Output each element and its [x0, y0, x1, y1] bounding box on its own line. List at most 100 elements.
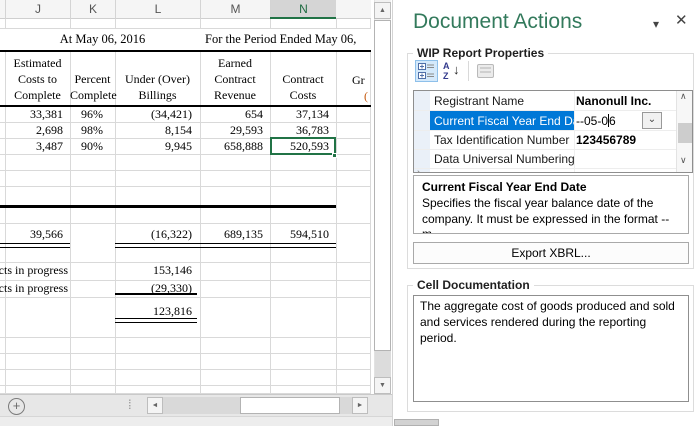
panel-title: Document Actions — [413, 10, 582, 34]
property-grid-gutter — [414, 91, 430, 172]
partial-scrollbar-element — [394, 419, 439, 426]
selected-column-underline — [270, 17, 336, 20]
column-header-M[interactable]: M — [200, 0, 270, 19]
gridline — [270, 19, 271, 28]
grid-scrollbar-thumb[interactable] — [678, 123, 692, 143]
gridline — [0, 353, 371, 354]
gridline — [70, 19, 71, 28]
gridline — [200, 19, 201, 28]
cell-K[interactable]: 90% — [70, 139, 103, 154]
total-cell-L[interactable]: (16,322) — [115, 227, 192, 242]
property-pages-button-disabled[interactable] — [474, 60, 497, 82]
row-separator — [414, 168, 676, 169]
gridline — [0, 186, 371, 187]
grid-scroll-down-icon[interactable]: ∨ — [680, 155, 687, 166]
border-rule — [0, 205, 336, 208]
cell-K[interactable]: 98% — [70, 123, 103, 138]
cell-N[interactable]: 36,783 — [270, 123, 329, 138]
panel-menu-icon[interactable]: ▾ — [653, 17, 659, 31]
wip-report-properties-label: WIP Report Properties — [413, 46, 548, 60]
property-pages-icon — [477, 64, 494, 78]
row-label-contracts-in-progress[interactable]: acts in progress — [0, 263, 68, 278]
spreadsheet-pane: J K L M N At — [0, 0, 392, 426]
selected-property-name: Current Fiscal Year End Dat — [430, 111, 574, 130]
gridline — [0, 385, 371, 386]
cell-documentation-label: Cell Documentation — [413, 278, 534, 292]
cell-M[interactable]: 654 — [200, 107, 263, 122]
cell-K[interactable]: 96% — [70, 107, 103, 122]
gridline — [0, 297, 371, 298]
merged-header-period-ended[interactable]: For the Period Ended May 06, — [205, 32, 356, 47]
double-underline — [115, 243, 336, 248]
total-cell-J[interactable]: 39,566 — [5, 227, 63, 242]
application-window: J K L M N At — [0, 0, 700, 426]
cell-J[interactable]: 2,698 — [5, 123, 63, 138]
header-gross-partial[interactable]: Gr — [352, 73, 365, 88]
gridline — [115, 19, 116, 28]
tab-strip-grip[interactable]: ⁞ — [128, 397, 133, 412]
property-description-box: Current Fiscal Year End Date Specifies t… — [413, 175, 689, 234]
gridline — [0, 170, 371, 171]
export-xbrl-button[interactable]: Export XBRL... — [413, 242, 689, 264]
cell-L[interactable]: 153,146 — [115, 263, 192, 278]
column-header-J[interactable]: J — [5, 0, 70, 19]
cell-N[interactable]: 37,134 — [270, 107, 329, 122]
scroll-down-button[interactable]: ▼ — [374, 377, 391, 394]
header-percent-complete[interactable]: PercentComplete — [70, 71, 115, 103]
categorized-view-button[interactable] — [415, 60, 438, 82]
vertical-scrollbar-thumb[interactable] — [374, 20, 391, 351]
toolbar-separator — [468, 61, 469, 81]
double-underline — [0, 243, 70, 248]
description-title: Current Fiscal Year End Date — [422, 180, 680, 194]
hscroll-right-button[interactable]: ► — [352, 397, 368, 414]
new-sheet-button[interactable]: + — [8, 398, 25, 415]
cell-L[interactable]: 9,945 — [115, 139, 192, 154]
column-header-K[interactable]: K — [70, 0, 115, 19]
horizontal-scrollbar-thumb[interactable] — [240, 397, 340, 414]
gridline — [0, 223, 371, 224]
cell-M[interactable]: 658,888 — [200, 139, 263, 154]
selection-border — [270, 137, 336, 155]
vertical-scrollbar[interactable]: ▲ ▼ — [371, 0, 392, 394]
gridline — [5, 19, 6, 28]
dropdown-button[interactable]: ⌄ — [642, 112, 662, 129]
sort-arrow-icon: ↓ — [453, 62, 460, 77]
cell-documentation-textarea[interactable]: The aggregate cost of goods produced and… — [413, 295, 689, 402]
single-underline — [115, 293, 197, 295]
fill-handle[interactable] — [332, 153, 337, 158]
cell-M[interactable]: 29,593 — [200, 123, 263, 138]
header-gross-paren-partial: ( — [364, 89, 368, 104]
merged-header-at-date[interactable]: At May 06, 2016 — [5, 32, 200, 47]
hscroll-left-button[interactable]: ◄ — [147, 397, 163, 414]
close-icon[interactable]: ✕ — [675, 11, 688, 29]
net-cell-L[interactable]: 123,816 — [115, 304, 192, 319]
row-separator — [414, 149, 676, 150]
header-under-over-billings[interactable]: Under (Over)Billings — [115, 71, 200, 103]
border-rule — [0, 50, 371, 52]
scroll-up-button[interactable]: ▲ — [374, 2, 391, 19]
column-header-L[interactable]: L — [115, 0, 200, 19]
gridline — [0, 337, 371, 338]
total-cell-N[interactable]: 594,510 — [270, 227, 329, 242]
property-grid-scrollbar[interactable]: ∧ ∨ — [676, 91, 692, 172]
row-separator — [414, 130, 676, 131]
vertical-scrollbar-gap[interactable] — [375, 351, 391, 377]
cell-L[interactable]: 8,154 — [115, 123, 192, 138]
gridline — [0, 28, 371, 29]
document-actions-panel: Document Actions ▾ ✕ WIP Report Properti… — [392, 0, 700, 426]
row-label-contracts-in-progress[interactable]: acts in progress — [0, 281, 68, 296]
cell-J[interactable]: 3,487 — [5, 139, 63, 154]
cell-J[interactable]: 33,381 — [5, 107, 63, 122]
property-grid: Registrant Name Nanonull Inc. Current Fi… — [413, 90, 693, 173]
header-contract-costs[interactable]: ContractCosts — [270, 71, 336, 103]
grid-scroll-up-icon[interactable]: ∧ — [680, 91, 687, 102]
header-earned-contract-revenue[interactable]: EarnedContractRevenue — [200, 55, 270, 103]
cell-L[interactable]: (34,421) — [115, 107, 192, 122]
header-estimated-costs[interactable]: EstimatedCosts toComplete — [5, 55, 70, 103]
total-cell-M[interactable]: 689,135 — [200, 227, 263, 242]
sort-alphabetical-button[interactable]: A Z ↓ — [440, 60, 463, 82]
gridline — [0, 369, 371, 370]
gridline — [336, 19, 337, 28]
description-body: Specifies the fiscal year balance date o… — [422, 196, 680, 234]
expand-arrow-icon: › — [417, 167, 421, 173]
